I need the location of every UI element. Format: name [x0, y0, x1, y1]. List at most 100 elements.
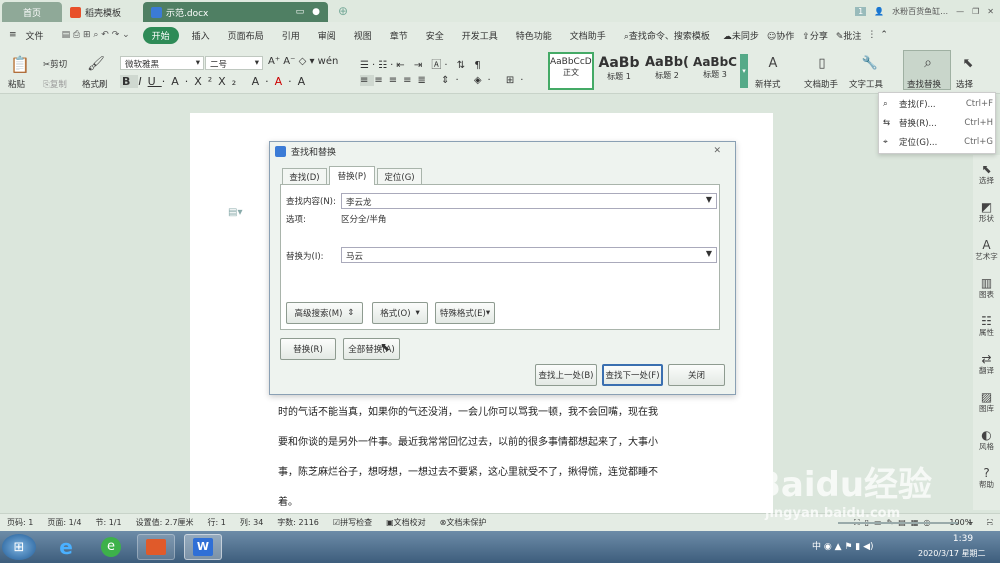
- more-icon[interactable]: ⋮: [865, 30, 878, 40]
- sidebar-item-chart[interactable]: ▥ 图表: [973, 277, 1000, 300]
- status-setting[interactable]: 设置值: 2.7厘米: [129, 517, 201, 528]
- sidebar-item-gallery[interactable]: ▨ 图库: [973, 391, 1000, 414]
- menu-item-find[interactable]: ⌕ 查找(F)... Ctrl+F: [883, 96, 993, 112]
- copy-button[interactable]: ⎘复制: [43, 78, 67, 90]
- start-button[interactable]: ⊞: [2, 534, 36, 560]
- notification-badge[interactable]: 1: [855, 6, 867, 16]
- menu-layout[interactable]: 页面布局: [219, 29, 273, 42]
- menu-references[interactable]: 引用: [273, 29, 309, 42]
- style-heading1[interactable]: AaBb 标题 1: [596, 52, 642, 90]
- menu-start[interactable]: 开始: [142, 26, 179, 44]
- text-tools-label[interactable]: 文字工具: [849, 78, 883, 90]
- close-icon[interactable]: ✕: [713, 146, 721, 156]
- monitor-icon[interactable]: ▭: [296, 7, 305, 17]
- collapse-icon[interactable]: ⌃: [878, 30, 890, 40]
- menu-insert[interactable]: 插入: [183, 29, 219, 42]
- sidebar-item-help[interactable]: ? 帮助: [973, 467, 1000, 490]
- special-format-button[interactable]: 特殊格式(E) ▾: [435, 302, 495, 324]
- minimize-icon[interactable]: —: [956, 7, 964, 16]
- status-pages[interactable]: 页面: 1/4: [40, 517, 88, 528]
- status-page-num[interactable]: 页码: 1: [0, 517, 40, 528]
- sidebar-item-wordart[interactable]: A 艺术字: [973, 239, 1000, 262]
- ie-icon[interactable]: e: [47, 534, 85, 560]
- list-buttons[interactable]: ☰·☷·⇤ ⇥ 🄰· ⇅ ¶: [360, 56, 484, 71]
- format-painter-icon[interactable]: 🖌: [87, 54, 105, 74]
- ime-indicator[interactable]: 中: [812, 542, 821, 552]
- style-normal[interactable]: AaBbCcDd正文: [548, 52, 594, 90]
- clock-date[interactable]: 2020/3/17 星期二: [918, 548, 986, 559]
- doc-helper-icon[interactable]: ▯: [812, 54, 832, 72]
- page-nav-icon[interactable]: ▤▾: [228, 207, 242, 218]
- sidebar-item-select[interactable]: ⬉ 选择: [973, 163, 1000, 186]
- doc-line[interactable]: 要和你谈的是另外一件事。最近我常常回忆过去，以前的很多事情都想起来了，大事小: [278, 433, 658, 448]
- replace-input[interactable]: 马云 ▼: [341, 247, 717, 263]
- tab-home[interactable]: 首页: [2, 2, 62, 22]
- menu-view[interactable]: 视图: [345, 29, 381, 42]
- format-button[interactable]: 格式(O) ▾: [372, 302, 428, 324]
- replace-button[interactable]: 替换(R): [280, 338, 336, 360]
- collab-button[interactable]: ☺协作: [763, 29, 798, 42]
- new-style-label[interactable]: 新样式: [755, 78, 781, 90]
- tab-templates[interactable]: 稻壳模板: [62, 2, 142, 22]
- doc-line[interactable]: 时的气话不能当真，如果你的气还没消，一会儿你可以骂我一顿，我不会回嘴，现在我: [278, 403, 658, 418]
- doc-line[interactable]: 着。: [278, 493, 298, 508]
- browser-icon[interactable]: e: [92, 534, 130, 560]
- paste-icon[interactable]: 📋: [10, 54, 30, 74]
- menu-doc-helper[interactable]: 文档助手: [561, 29, 615, 42]
- style-heading3[interactable]: AaBbC 标题 3: [692, 52, 738, 90]
- chevron-down-icon[interactable]: ▼: [706, 249, 712, 258]
- status-words[interactable]: 字数: 2116: [270, 517, 326, 528]
- align-buttons[interactable]: ≡≡≡≡≣ ⇕· ◈· ⊞·: [360, 75, 529, 86]
- replace-all-button[interactable]: 全部替换(A): [343, 338, 400, 360]
- sync-status[interactable]: ☁未同步: [719, 29, 763, 42]
- close-icon[interactable]: ✕: [987, 7, 994, 16]
- doc-protect[interactable]: ⊗文档未保护: [433, 517, 494, 528]
- new-tab-icon[interactable]: ⊕: [338, 4, 348, 18]
- sidebar-item-style[interactable]: ◐ 风格: [973, 429, 1000, 452]
- tab-find[interactable]: 查找(D): [282, 168, 327, 184]
- paste-label[interactable]: 粘贴: [8, 78, 25, 90]
- menu-file[interactable]: 文件: [26, 29, 53, 42]
- new-style-icon[interactable]: A: [763, 54, 783, 72]
- cut-button[interactable]: ✂剪切: [43, 58, 67, 70]
- menu-icon[interactable]: ≡: [0, 30, 26, 40]
- find-replace-button[interactable]: ⌕ 查找替换: [903, 50, 951, 90]
- menu-review[interactable]: 审阅: [309, 29, 345, 42]
- font-size-buttons[interactable]: A⁺ A⁻ ◇ ▾ wén: [268, 56, 338, 67]
- comment-button[interactable]: ✎批注: [832, 29, 866, 42]
- menu-security[interactable]: 安全: [417, 29, 453, 42]
- command-search[interactable]: ⌕查找命令、搜索模板: [615, 29, 719, 42]
- cursor-icon[interactable]: ⬉: [960, 54, 976, 72]
- select-label[interactable]: 选择: [956, 78, 973, 90]
- spell-check[interactable]: ☑拼写检查: [326, 517, 379, 528]
- quick-access-icons[interactable]: ▤ ⎙ ⊞ ⌕ ↶ ↷ ⌄: [53, 30, 139, 40]
- wrench-icon[interactable]: 🔧: [860, 54, 880, 72]
- chevron-down-icon[interactable]: ▼: [706, 195, 712, 204]
- avatar[interactable]: 👤: [874, 7, 884, 16]
- doc-proof[interactable]: ▣文档校对: [379, 517, 433, 528]
- close-button[interactable]: 关闭: [668, 364, 725, 386]
- wps-writer-task[interactable]: W: [184, 534, 222, 560]
- dialog-title-bar[interactable]: 查找和替换 ✕: [270, 142, 735, 160]
- menu-item-goto[interactable]: ⌖ 定位(G)... Ctrl+G: [883, 134, 993, 150]
- tab-document[interactable]: 示范.docx ▭ ●: [143, 2, 328, 22]
- find-input[interactable]: 李云龙 ▼: [341, 193, 717, 209]
- tab-goto[interactable]: 定位(G): [377, 168, 422, 184]
- menu-item-replace[interactable]: ⇆ 替换(R)... Ctrl+H: [883, 115, 993, 131]
- doc-helper-label[interactable]: 文档助手: [804, 78, 838, 90]
- fit-icon[interactable]: ⛶: [980, 518, 1000, 528]
- status-section[interactable]: 节: 1/1: [88, 517, 128, 528]
- font-name-select[interactable]: 微软雅黑 ▾: [120, 56, 204, 70]
- advanced-search-button[interactable]: 高级搜索(M) ⇕: [286, 302, 363, 324]
- media-app-icon[interactable]: [137, 534, 175, 560]
- sidebar-item-shape[interactable]: ◩ 形状: [973, 201, 1000, 224]
- format-painter-label[interactable]: 格式刷: [82, 78, 108, 90]
- style-heading2[interactable]: AaBb(标题 2: [644, 52, 690, 90]
- menu-developer[interactable]: 开发工具: [453, 29, 507, 42]
- tab-replace[interactable]: 替换(P): [329, 166, 375, 185]
- sidebar-item-translate[interactable]: ⇄ 翻译: [973, 353, 1000, 376]
- font-size-select[interactable]: 二号 ▾: [205, 56, 263, 70]
- font-style-buttons[interactable]: B IU·A·X²X₂ A·A·A: [120, 75, 311, 88]
- share-button[interactable]: ⇪分享: [798, 29, 832, 42]
- menu-chapter[interactable]: 章节: [381, 29, 417, 42]
